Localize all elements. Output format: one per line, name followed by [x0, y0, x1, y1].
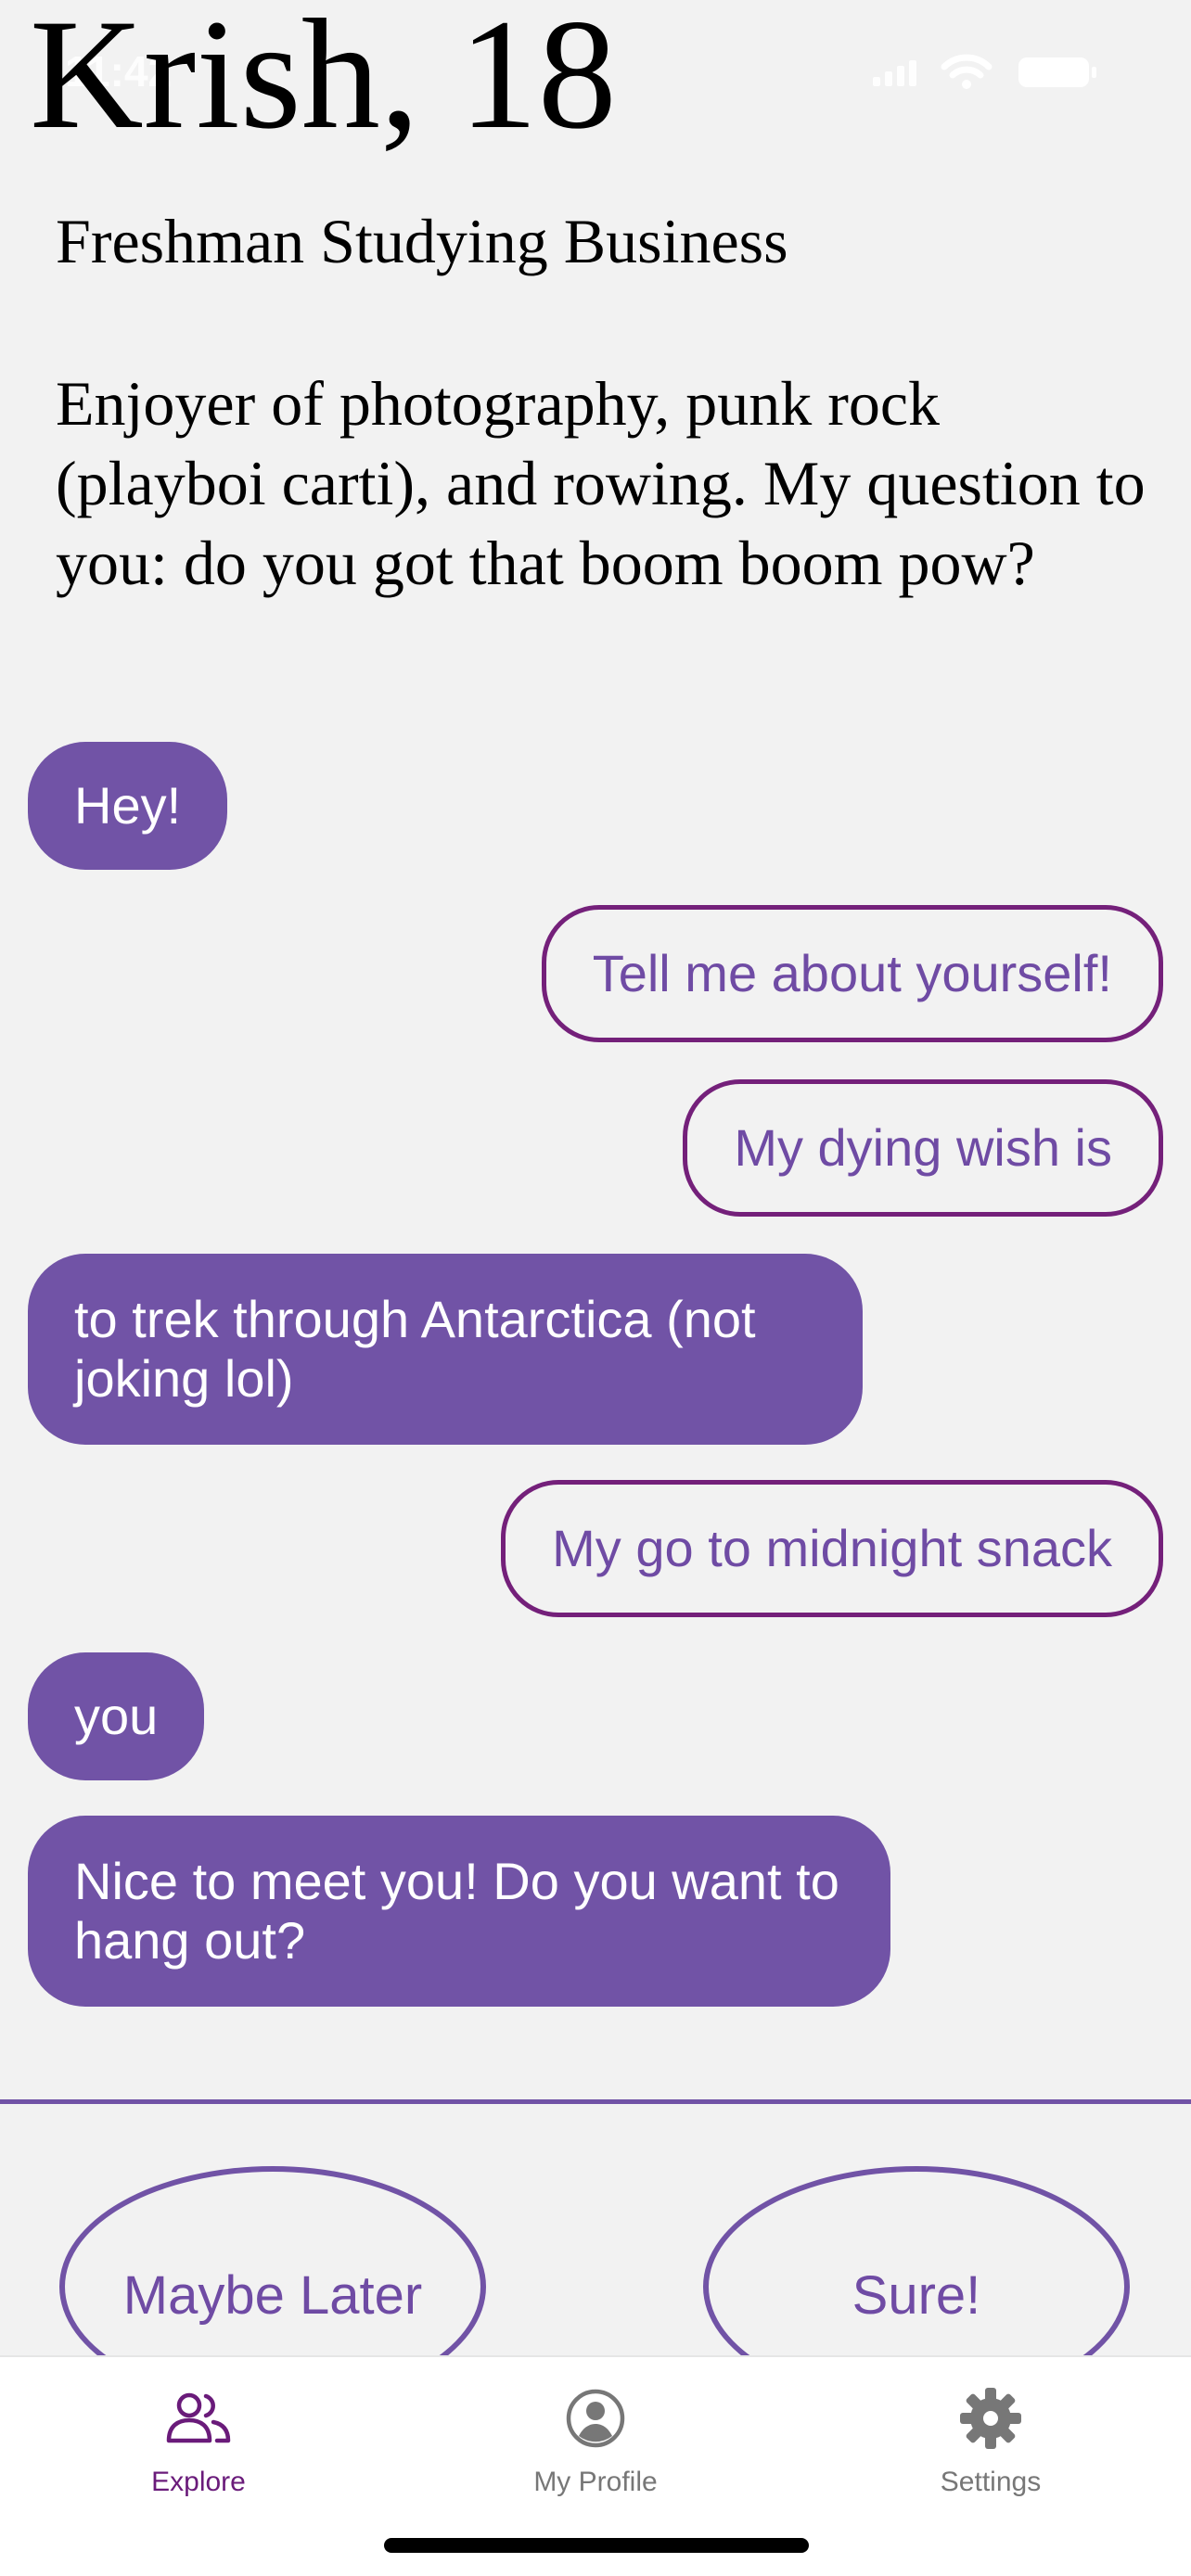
prompt-text: My dying wish is — [734, 1118, 1112, 1177]
maybe-later-label: Maybe Later — [122, 2265, 423, 2326]
cellular-signal-icon — [873, 58, 916, 86]
tab-settings[interactable]: Settings — [852, 2381, 1130, 2498]
message-bubble-left: you — [28, 1652, 205, 1780]
prompt-text: My go to midnight snack — [552, 1519, 1112, 1577]
profile-icon — [456, 2381, 735, 2455]
battery-icon — [1017, 54, 1098, 91]
message-text: to trek through Antarctica (not joking l… — [74, 1290, 756, 1408]
message-bubble-left: Nice to meet you! Do you want to hang ou… — [28, 1816, 890, 2007]
prompt-bubble-right: Tell me about yourself! — [541, 905, 1163, 1042]
prompt-bubble-right: My dying wish is — [683, 1079, 1163, 1217]
message-text: Hey! — [74, 776, 182, 835]
tab-my-profile-label: My Profile — [533, 2467, 658, 2497]
tab-my-profile[interactable]: My Profile — [456, 2381, 735, 2498]
tab-settings-label: Settings — [940, 2467, 1042, 2497]
status-icons — [873, 54, 1098, 91]
message-bubble-left: to trek through Antarctica (not joking l… — [28, 1254, 863, 1445]
tab-explore[interactable]: Explore — [59, 2381, 338, 2498]
message-text: Nice to meet you! Do you want to hang ou… — [74, 1852, 839, 1970]
people-icon — [59, 2381, 338, 2455]
profile-bio: Enjoyer of photography, punk rock (playb… — [56, 368, 1146, 598]
message-text: you — [74, 1687, 159, 1745]
prompt-bubble-right: My go to midnight snack — [501, 1480, 1163, 1617]
gear-icon — [852, 2381, 1130, 2455]
home-indicator[interactable] — [384, 2538, 809, 2553]
wifi-icon — [941, 54, 992, 91]
message-bubble-left: Hey! — [28, 742, 228, 870]
prompt-text: Tell me about yourself! — [592, 944, 1112, 1002]
sure-label: Sure! — [852, 2265, 981, 2326]
profile-name-age: Krish, 18 — [30, 0, 617, 161]
profile-subtitle: Freshman Studying Business — [56, 206, 788, 276]
divider — [0, 2099, 1191, 2104]
tab-explore-label: Explore — [151, 2467, 246, 2497]
